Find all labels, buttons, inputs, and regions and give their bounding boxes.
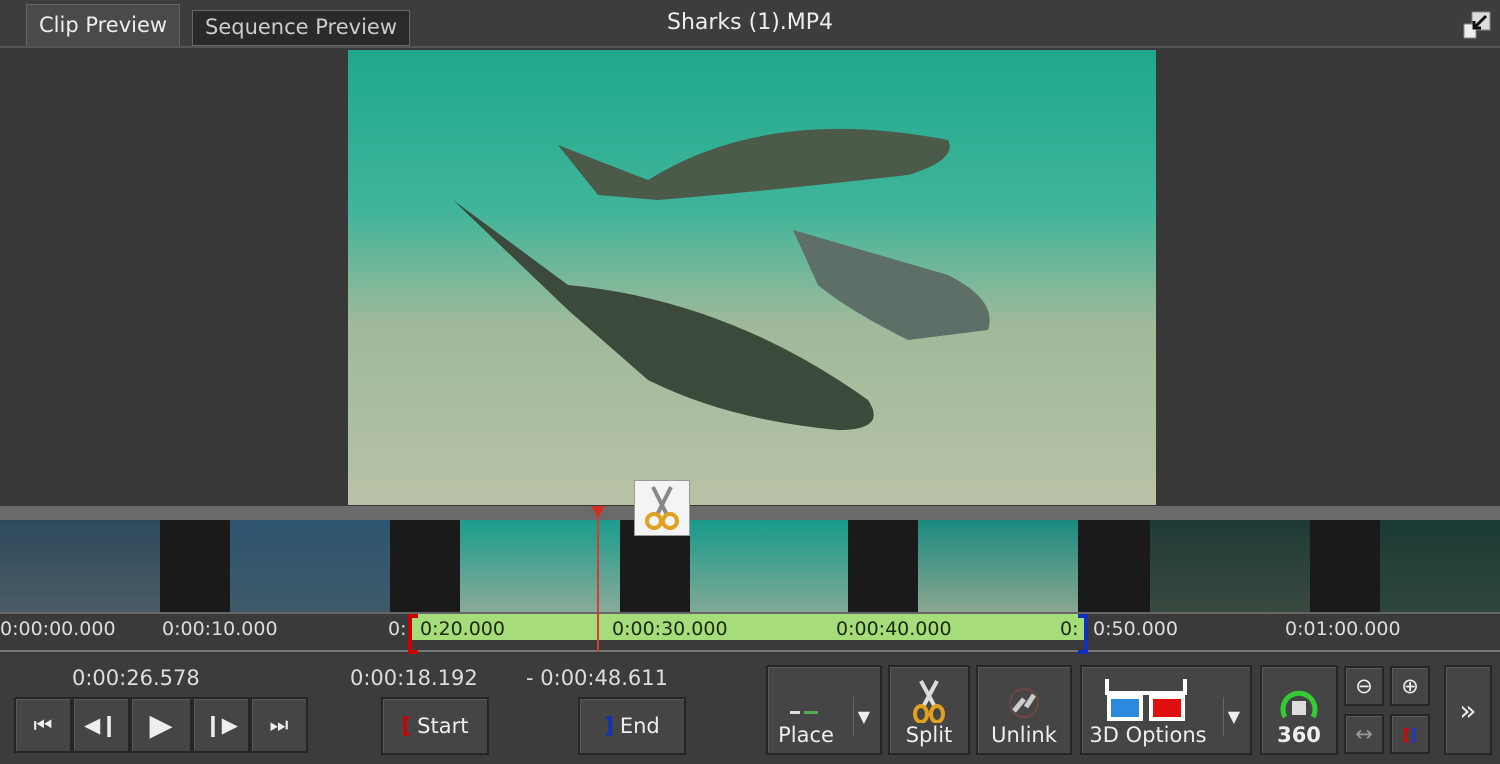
thumbnail <box>690 520 848 612</box>
skip-start-icon: ⏮ <box>33 712 53 737</box>
zoom-to-selection-button[interactable]: [] <box>1390 714 1430 754</box>
unlink-label: Unlink <box>991 723 1057 747</box>
next-frame-button[interactable]: ❙▶ <box>192 697 250 753</box>
zoom-out-button[interactable]: ⊖ <box>1344 666 1384 706</box>
timeline-header <box>0 506 1500 520</box>
ruler-tick-label: 0:00:40.000 <box>836 618 952 640</box>
fit-timeline-button[interactable]: ↔ <box>1344 714 1384 754</box>
in-point-marker[interactable] <box>408 614 418 654</box>
filmstrip[interactable] <box>0 520 1500 612</box>
more-options-button[interactable]: » <box>1444 665 1492 755</box>
place-button[interactable]: Place ▼ <box>766 665 882 755</box>
start-label: Start <box>417 714 469 738</box>
3d-options-button[interactable]: 3D Options ▼ <box>1080 665 1252 755</box>
ruler-tick-label: 0:00:10.000 <box>162 618 278 640</box>
play-button[interactable]: ▶ <box>130 697 192 753</box>
play-icon: ▶ <box>149 707 173 743</box>
3d-glasses-icon <box>1105 679 1187 721</box>
start-bracket-icon: [ <box>401 714 412 738</box>
current-time: 0:00:26.578 <box>72 666 200 690</box>
playhead-handle[interactable] <box>591 506 605 518</box>
undock-icon[interactable] <box>1462 10 1492 40</box>
place-icon <box>790 711 818 714</box>
ruler-tick-label: 0:20.000 <box>420 618 505 640</box>
end-label: End <box>619 714 660 738</box>
unlink-button[interactable]: Unlink <box>976 665 1072 755</box>
3d-options-dropdown-icon[interactable]: ▼ <box>1222 697 1244 736</box>
ruler-tick-label: 0:01:00.000 <box>1285 618 1401 640</box>
previous-frame-button[interactable]: ◀❙ <box>72 697 130 753</box>
selection-range[interactable] <box>412 614 1085 640</box>
playhead[interactable] <box>597 506 599 652</box>
broken-link-icon <box>1009 688 1039 718</box>
360-camera-icon <box>1280 690 1318 719</box>
split-button[interactable]: Split <box>888 665 970 755</box>
thumbnail <box>918 520 1078 612</box>
3d-options-label: 3D Options <box>1089 723 1207 747</box>
scissors-icon <box>913 680 945 723</box>
360-label: 360 <box>1277 723 1321 747</box>
skip-end-icon: ⏭ <box>269 712 289 737</box>
end-bracket-icon: ] <box>604 714 614 738</box>
out-point-marker[interactable] <box>1078 614 1088 654</box>
360-video-button[interactable]: 360 <box>1260 665 1338 755</box>
ruler-tick-label: 0:50.000 <box>1093 618 1178 640</box>
thumbnail <box>1380 520 1500 612</box>
ruler-tick-label: 0: <box>1060 618 1079 640</box>
brackets-icon: [] <box>1402 724 1418 744</box>
start-time: 0:00:18.192 <box>350 666 478 690</box>
thumbnail <box>1150 520 1310 612</box>
place-label: Place <box>778 723 834 747</box>
horizontal-arrows-icon: ↔ <box>1355 722 1373 746</box>
step-back-icon: ◀❙ <box>84 713 118 737</box>
double-chevron-icon: » <box>1459 693 1477 727</box>
zoom-out-icon: ⊖ <box>1355 674 1373 698</box>
ruler-tick-label: 0:00:00.000 <box>0 618 116 640</box>
ruler-tick-label: 0:00:30.000 <box>612 618 728 640</box>
go-to-end-button[interactable]: ⏭ <box>250 697 308 753</box>
split-label: Split <box>905 723 953 747</box>
set-start-button[interactable]: [Start <box>381 697 489 755</box>
thumbnail <box>460 520 620 612</box>
video-frame[interactable] <box>348 50 1156 505</box>
go-to-start-button[interactable]: ⏮ <box>14 697 72 753</box>
thumbnail <box>0 520 160 612</box>
zoom-in-icon: ⊕ <box>1401 674 1419 698</box>
place-dropdown-icon[interactable]: ▼ <box>852 697 874 736</box>
thumbnail <box>230 520 390 612</box>
split-marker-scissors-icon[interactable] <box>634 480 690 536</box>
ruler-tick-label: 0: <box>388 618 407 640</box>
set-end-button[interactable]: ] End <box>578 697 686 755</box>
end-time: - 0:00:48.611 <box>526 666 668 690</box>
step-forward-icon: ❙▶ <box>204 713 238 737</box>
clip-title: Sharks (1).MP4 <box>666 10 834 35</box>
zoom-in-button[interactable]: ⊕ <box>1390 666 1430 706</box>
